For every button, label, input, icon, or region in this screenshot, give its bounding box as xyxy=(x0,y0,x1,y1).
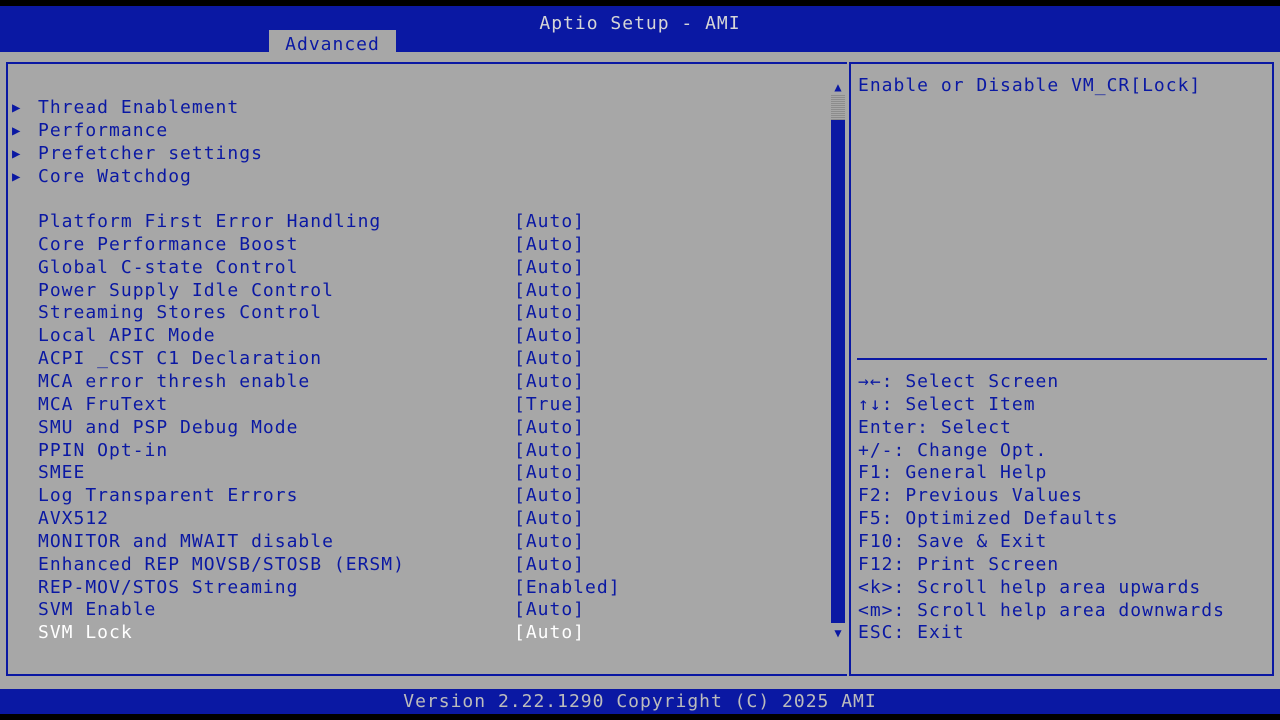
setting-value[interactable]: [Auto] xyxy=(514,211,585,233)
key-hint: →←: Select Screen xyxy=(858,371,1060,392)
setting-label: Enhanced REP MOVSB/STOSB (ERSM) xyxy=(38,553,405,575)
setting-row[interactable]: Log Transparent Errors [Auto] xyxy=(0,485,840,507)
setting-value[interactable]: [Auto] xyxy=(514,348,585,370)
setting-value[interactable]: [Auto] xyxy=(514,280,585,302)
setting-row[interactable]: Enhanced REP MOVSB/STOSB (ERSM) [Auto] xyxy=(0,554,840,576)
setting-value[interactable]: [Auto] xyxy=(514,417,585,439)
header-bar: Aptio Setup - AMI Advanced xyxy=(0,6,1280,58)
submenu-item[interactable]: ▶ Performance xyxy=(0,120,840,142)
setting-row[interactable]: Core Performance Boost [Auto] xyxy=(0,234,840,256)
scroll-up-arrow-icon[interactable]: ▲ xyxy=(831,80,845,94)
setting-label: Streaming Stores Control xyxy=(38,302,323,324)
scroll-down-arrow-icon[interactable]: ▼ xyxy=(831,626,845,640)
setting-row[interactable]: MCA error thresh enable [Auto] xyxy=(0,371,840,393)
setting-label: MCA error thresh enable xyxy=(38,370,311,392)
setting-value[interactable]: [Auto] xyxy=(514,599,585,621)
key-hint: <m>: Scroll help area downwards xyxy=(858,599,1225,621)
key-hint: F2: Previous Values xyxy=(858,485,1083,507)
setting-label: MCA FruText xyxy=(38,393,169,415)
submenu-item[interactable]: ▶ Prefetcher settings xyxy=(0,143,840,165)
submenu-arrow-icon: ▶ xyxy=(12,168,22,185)
setting-row[interactable]: SMEE [Auto] xyxy=(0,462,840,484)
submenu-item[interactable]: ▶ Thread Enablement xyxy=(0,97,840,119)
setting-row[interactable]: MONITOR and MWAIT disable [Auto] xyxy=(0,531,840,553)
setting-label: AVX512 xyxy=(38,508,110,530)
submenu-label: Performance xyxy=(38,119,169,141)
scrollbar-track[interactable] xyxy=(831,95,845,623)
key-hint: <k>: Scroll help area upwards xyxy=(858,576,1202,598)
setting-label: REP-MOV/STOS Streaming xyxy=(38,576,299,598)
scrollbar-thumb[interactable] xyxy=(831,95,845,120)
key-hint: F12: Print Screen xyxy=(858,553,1060,575)
setting-value[interactable]: [Auto] xyxy=(514,508,585,530)
submenu-arrow-icon: ▶ xyxy=(12,122,22,139)
setting-label: Core Performance Boost xyxy=(38,233,299,255)
key-hint: Enter: Select xyxy=(858,416,1012,438)
bios-setup-screen: Aptio Setup - AMI Advanced ▶ Thread Enabl… xyxy=(0,0,1280,720)
setting-value[interactable]: [Auto] xyxy=(514,257,585,279)
submenu-label: Core Watchdog xyxy=(38,165,192,187)
footer-version: Version 2.22.1290 Copyright (C) 2025 AMI xyxy=(0,689,1280,714)
setting-value[interactable]: [Auto] xyxy=(514,622,585,644)
setting-label: SMU and PSP Debug Mode xyxy=(38,416,299,438)
setting-value[interactable]: [Auto] xyxy=(514,462,585,484)
help-divider xyxy=(857,358,1267,360)
setting-row[interactable]: SVM Lock [Auto] xyxy=(0,622,840,644)
submenu-item[interactable]: ▶ Core Watchdog xyxy=(0,166,840,188)
key-hint: F1: General Help xyxy=(858,462,1048,484)
setting-row[interactable]: AVX512 [Auto] xyxy=(0,508,840,530)
setting-value[interactable]: [Auto] xyxy=(514,485,585,507)
key-hint: ↑↓: Select Item xyxy=(858,393,1036,415)
submenu-arrow-icon: ▶ xyxy=(12,145,22,162)
setting-value[interactable]: [Auto] xyxy=(514,371,585,393)
key-hint: F10: Save & Exit xyxy=(858,530,1048,552)
setting-label: Power Supply Idle Control xyxy=(38,279,334,301)
setting-value[interactable]: [Auto] xyxy=(514,554,585,576)
setting-row[interactable]: Platform First Error Handling [Auto] xyxy=(0,211,840,233)
setting-label: Log Transparent Errors xyxy=(38,485,299,507)
submenu-label: Prefetcher settings xyxy=(38,142,263,164)
app-title: Aptio Setup - AMI xyxy=(539,13,741,34)
setting-label: PPIN Opt-in xyxy=(38,439,169,461)
setting-label: SVM Enable xyxy=(38,599,157,621)
setting-row[interactable]: PPIN Opt-in [Auto] xyxy=(0,440,840,462)
key-hint: +/-: Change Opt. xyxy=(858,439,1048,461)
setting-row[interactable]: Global C-state Control [Auto] xyxy=(0,257,840,279)
setting-row[interactable]: Streaming Stores Control [Auto] xyxy=(0,302,840,324)
key-hint: F5: Optimized Defaults xyxy=(858,508,1119,530)
setting-label: SVM Lock xyxy=(38,622,133,644)
help-description: Enable or Disable VM_CR[Lock] xyxy=(858,75,1202,96)
main-panel: ▶ Thread Enablement ▶ Performance ▶ Prefetche… xyxy=(0,52,1280,689)
setting-value[interactable]: [Auto] xyxy=(514,302,585,324)
setting-label: Local APIC Mode xyxy=(38,325,216,347)
setting-row[interactable]: MCA FruText [True] xyxy=(0,394,840,416)
setting-row[interactable]: Power Supply Idle Control [Auto] xyxy=(0,280,840,302)
setting-value[interactable]: [Auto] xyxy=(514,440,585,462)
submenu-label: Thread Enablement xyxy=(38,97,240,118)
setting-value[interactable]: [Enabled] xyxy=(514,577,621,599)
setting-row[interactable]: Local APIC Mode [Auto] xyxy=(0,325,840,347)
setting-row[interactable]: ACPI _CST C1 Declaration [Auto] xyxy=(0,348,840,370)
setting-row[interactable]: SVM Enable [Auto] xyxy=(0,599,840,621)
setting-row[interactable]: REP-MOV/STOS Streaming [Enabled] xyxy=(0,577,840,599)
setting-label: SMEE xyxy=(38,462,86,484)
setting-label: Platform First Error Handling xyxy=(38,211,382,232)
setting-value[interactable]: [True] xyxy=(514,394,585,416)
setting-value[interactable]: [Auto] xyxy=(514,234,585,256)
setting-label: MONITOR and MWAIT disable xyxy=(38,530,334,552)
key-hint: ESC: Exit xyxy=(858,622,965,644)
setting-label: Global C-state Control xyxy=(38,256,299,278)
submenu-arrow-icon: ▶ xyxy=(12,100,22,116)
setting-label: ACPI _CST C1 Declaration xyxy=(38,348,323,370)
setting-value[interactable]: [Auto] xyxy=(514,325,585,347)
setting-row[interactable]: SMU and PSP Debug Mode [Auto] xyxy=(0,417,840,439)
setting-value[interactable]: [Auto] xyxy=(514,531,585,553)
